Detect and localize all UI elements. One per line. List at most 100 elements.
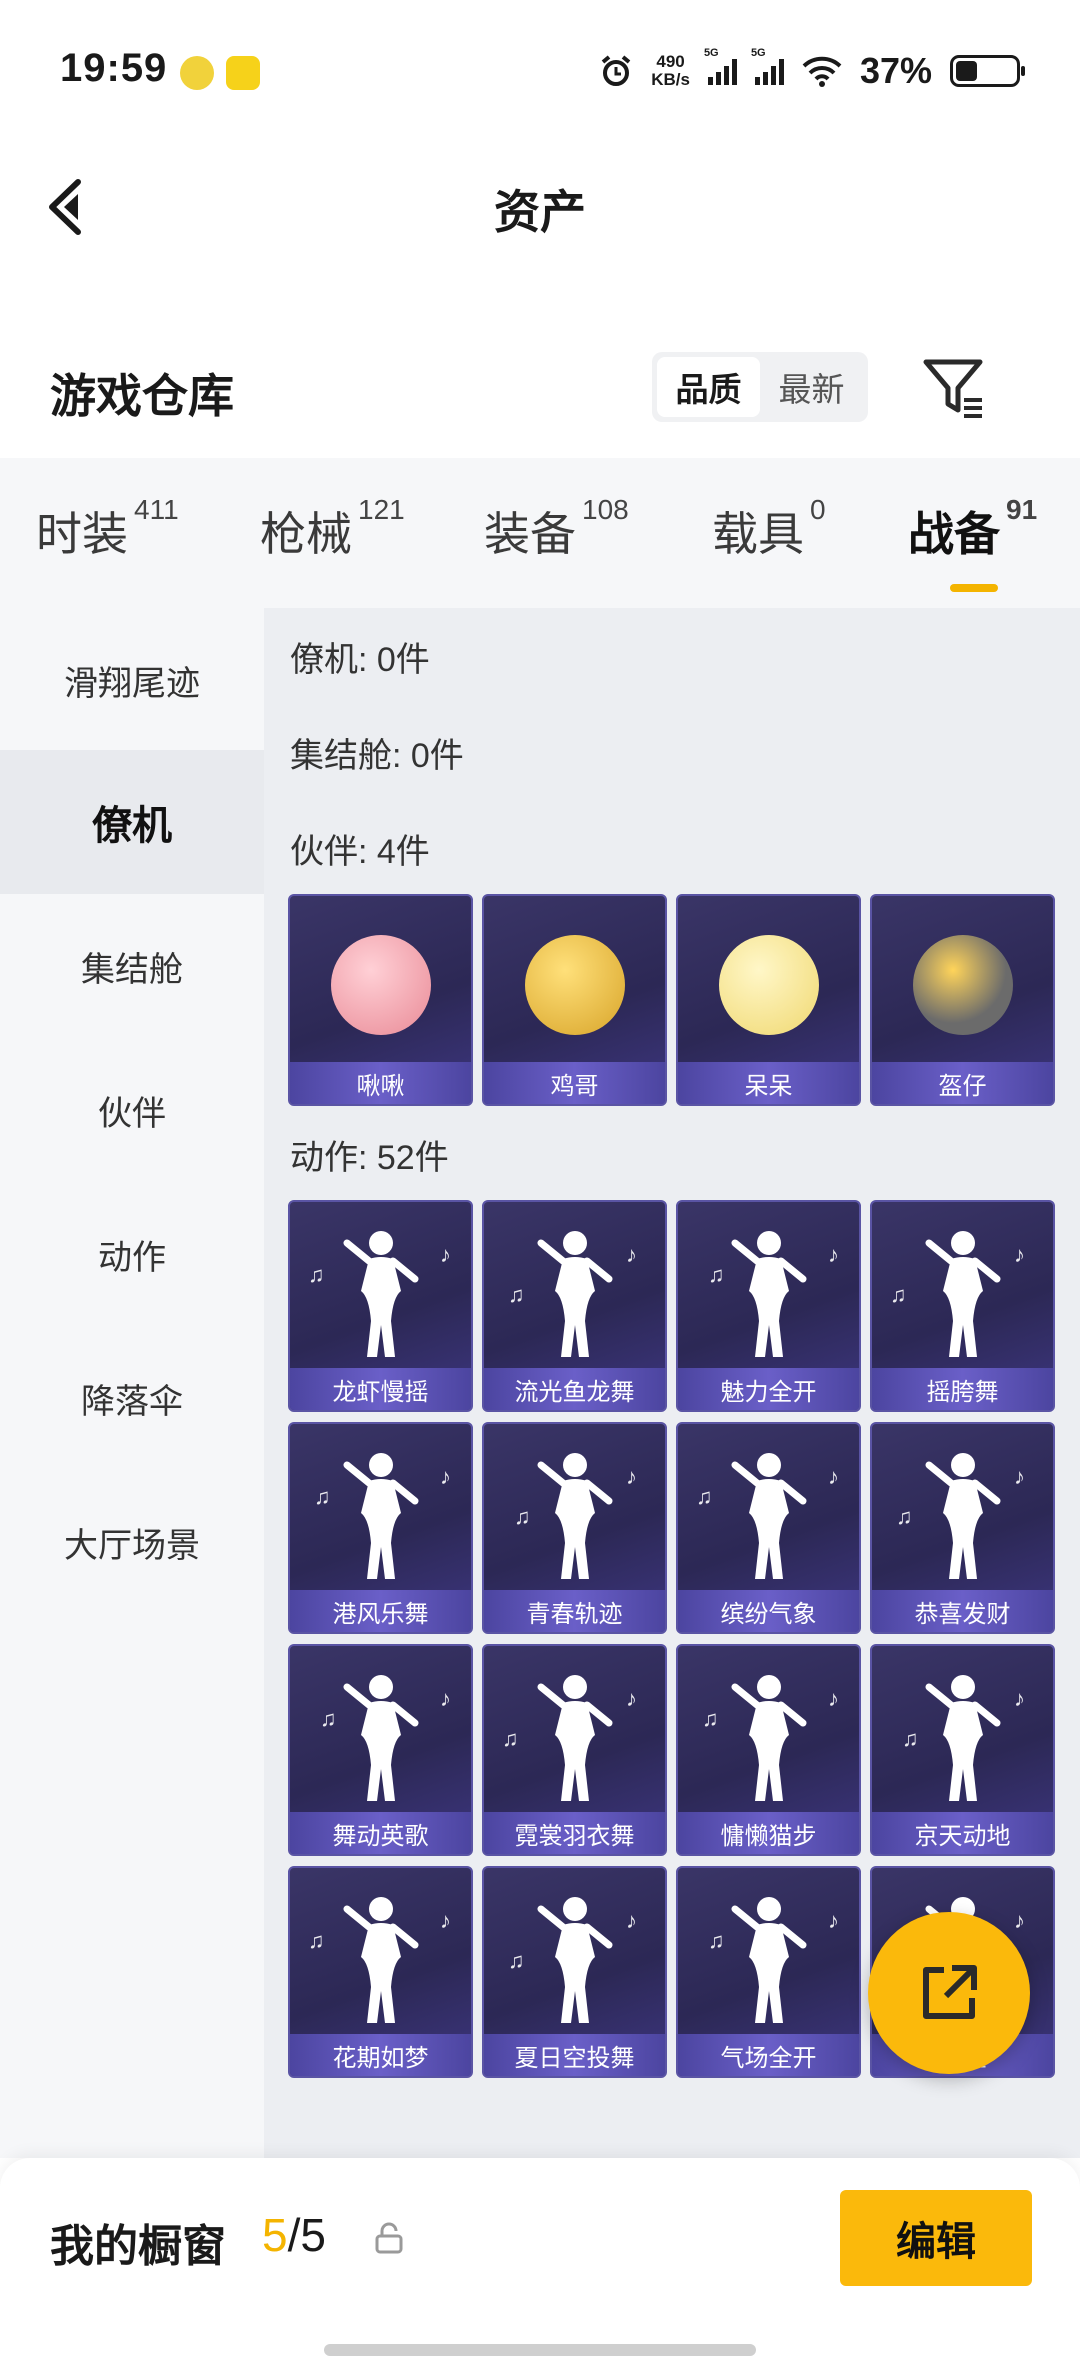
- emote-card[interactable]: ♫ ♪ 霓裳羽衣舞: [482, 1644, 667, 1856]
- item-name: 青春轨迹: [484, 1590, 665, 1632]
- tab-combat-gear[interactable]: 战备 91: [908, 494, 1037, 592]
- alarm-icon: [601, 55, 631, 86]
- filter-icon[interactable]: [920, 354, 986, 420]
- music-note-icon: ♫: [708, 1928, 725, 1953]
- music-note-icon: ♫: [514, 1504, 531, 1529]
- emote-card[interactable]: ♫ ♪ 气场全开: [676, 1866, 861, 2078]
- dancer-figure: [731, 1453, 806, 1579]
- music-note-icon: ♫: [708, 1262, 725, 1287]
- music-note-icon: ♫: [902, 1726, 919, 1751]
- music-note-icon: ♪: [1014, 1242, 1025, 1267]
- network-speed: 490 KB/s: [651, 53, 690, 89]
- sidebar-item-wingman[interactable]: 僚机: [0, 750, 264, 894]
- emote-card[interactable]: ♫ ♪ 摇胯舞: [870, 1200, 1055, 1412]
- sidebar-item-pod[interactable]: 集结舱: [0, 894, 264, 1038]
- section-title: 集结舱: 0件: [290, 737, 464, 775]
- sidebar-item-parachute[interactable]: 降落伞: [0, 1326, 264, 1470]
- emote-card[interactable]: ♫ ♪ 青春轨迹: [482, 1422, 667, 1634]
- tab-label: 时装: [36, 508, 128, 560]
- emote-card[interactable]: ♫ ♪ 流光鱼龙舞: [482, 1200, 667, 1412]
- showcase-label: 我的橱窗: [50, 2222, 226, 2271]
- dancer-figure: [731, 1675, 806, 1801]
- music-note-icon: ♫: [508, 1282, 525, 1307]
- share-button[interactable]: [868, 1912, 1030, 2074]
- sidebar-item-glide-trail[interactable]: 滑翔尾迹: [0, 608, 264, 752]
- dancer-figure: [925, 1453, 1000, 1579]
- sidebar-item-lobby-scene[interactable]: 大厅场景: [0, 1470, 264, 1614]
- emote-card[interactable]: ♫ ♪ 港风乐舞: [288, 1422, 473, 1634]
- dancer-figure: [537, 1453, 612, 1579]
- home-indicator: [324, 2344, 756, 2356]
- showcase-bar: 我的橱窗 5/5 编辑: [0, 2158, 1080, 2376]
- wifi-icon: [802, 56, 842, 87]
- item-name: 魅力全开: [678, 1368, 859, 1410]
- battery-icon: [950, 55, 1025, 87]
- partner-card[interactable]: 盔仔: [870, 894, 1055, 1106]
- dancer-figure: [343, 1453, 418, 1579]
- tab-count: 108: [582, 494, 629, 525]
- item-name: 慵懒猫步: [678, 1812, 859, 1854]
- signal-icon: 5G: [704, 47, 737, 85]
- notification-app-icon: [226, 56, 260, 90]
- music-note-icon: ♪: [626, 1908, 637, 1933]
- item-name: 花期如梦: [290, 2034, 471, 2076]
- emote-card[interactable]: ♫ ♪ 龙虾慢摇: [288, 1200, 473, 1412]
- emote-card[interactable]: ♫ ♪ 慵懒猫步: [676, 1644, 861, 1856]
- tab-equipment[interactable]: 装备 108: [484, 494, 629, 564]
- sort-newest-option[interactable]: 最新: [760, 357, 863, 417]
- partner-grid: 啾啾 鸡哥 呆呆 盔仔: [288, 894, 1056, 1106]
- tab-count: 121: [358, 494, 405, 525]
- emote-card[interactable]: ♫ ♪ 恭喜发财: [870, 1422, 1055, 1634]
- tab-label: 枪械: [260, 508, 352, 560]
- emote-card[interactable]: ♫ ♪ 缤纷气象: [676, 1422, 861, 1634]
- sort-quality-option[interactable]: 品质: [657, 357, 760, 417]
- emote-card[interactable]: ♫ ♪ 魅力全开: [676, 1200, 861, 1412]
- sidebar-item-partner[interactable]: 伙伴: [0, 1038, 264, 1182]
- music-note-icon: ♪: [828, 1242, 839, 1267]
- section-title: 伙伴: 4件: [290, 833, 430, 871]
- music-note-icon: ♪: [626, 1686, 637, 1711]
- item-name: 鸡哥: [484, 1062, 665, 1104]
- speed-value: 490: [656, 52, 685, 71]
- music-note-icon: ♪: [440, 1464, 451, 1489]
- tab-vehicles[interactable]: 载具 0: [712, 494, 826, 564]
- dancer-figure: [343, 1231, 418, 1357]
- speed-unit: KB/s: [651, 70, 690, 89]
- emote-card[interactable]: ♫ ♪ 京天动地: [870, 1644, 1055, 1856]
- signal-label: 5G: [703, 47, 719, 59]
- partner-card[interactable]: 呆呆: [676, 894, 861, 1106]
- edit-button[interactable]: 编辑: [840, 2190, 1032, 2286]
- emote-card[interactable]: ♫ ♪ 花期如梦: [288, 1866, 473, 2078]
- tab-fashion[interactable]: 时装 411: [36, 494, 179, 564]
- music-note-icon: ♪: [1014, 1464, 1025, 1489]
- showcase-sep: /: [287, 2209, 301, 2261]
- music-note-icon: ♫: [308, 1262, 325, 1287]
- emote-card[interactable]: ♫ ♪ 舞动英歌: [288, 1644, 473, 1856]
- section-title: 僚机: 0件: [290, 641, 430, 679]
- music-note-icon: ♫: [508, 1948, 525, 1973]
- dancer-figure: [343, 1675, 418, 1801]
- item-name: 缤纷气象: [678, 1590, 859, 1632]
- tab-label: 战备: [908, 508, 1000, 560]
- top-nav: 资产: [0, 150, 1080, 260]
- music-note-icon: ♫: [890, 1282, 907, 1307]
- emote-card[interactable]: ♫ ♪ 夏日空投舞: [482, 1866, 667, 2078]
- tab-weapons[interactable]: 枪械 121: [260, 494, 405, 564]
- tab-count: 0: [810, 494, 826, 525]
- music-note-icon: ♪: [828, 1908, 839, 1933]
- partner-card[interactable]: 鸡哥: [482, 894, 667, 1106]
- sidebar-item-emote[interactable]: 动作: [0, 1182, 264, 1326]
- status-bar: 19:59 490 KB/s 5G 5G 37%: [0, 0, 1080, 140]
- music-note-icon: ♫: [502, 1726, 519, 1751]
- dancer-figure: [731, 1231, 806, 1357]
- signal-icon: 5G: [751, 47, 784, 85]
- item-name: 夏日空投舞: [484, 2034, 665, 2076]
- item-name: 龙虾慢摇: [290, 1368, 471, 1410]
- share-icon: [923, 1965, 977, 2019]
- section-title: 动作: 52件: [290, 1139, 449, 1177]
- partner-card[interactable]: 啾啾: [288, 894, 473, 1106]
- showcase-count: 5/5: [262, 2208, 326, 2262]
- music-note-icon: ♪: [440, 1242, 451, 1267]
- music-note-icon: ♫: [314, 1484, 331, 1509]
- dancer-figure: [925, 1231, 1000, 1357]
